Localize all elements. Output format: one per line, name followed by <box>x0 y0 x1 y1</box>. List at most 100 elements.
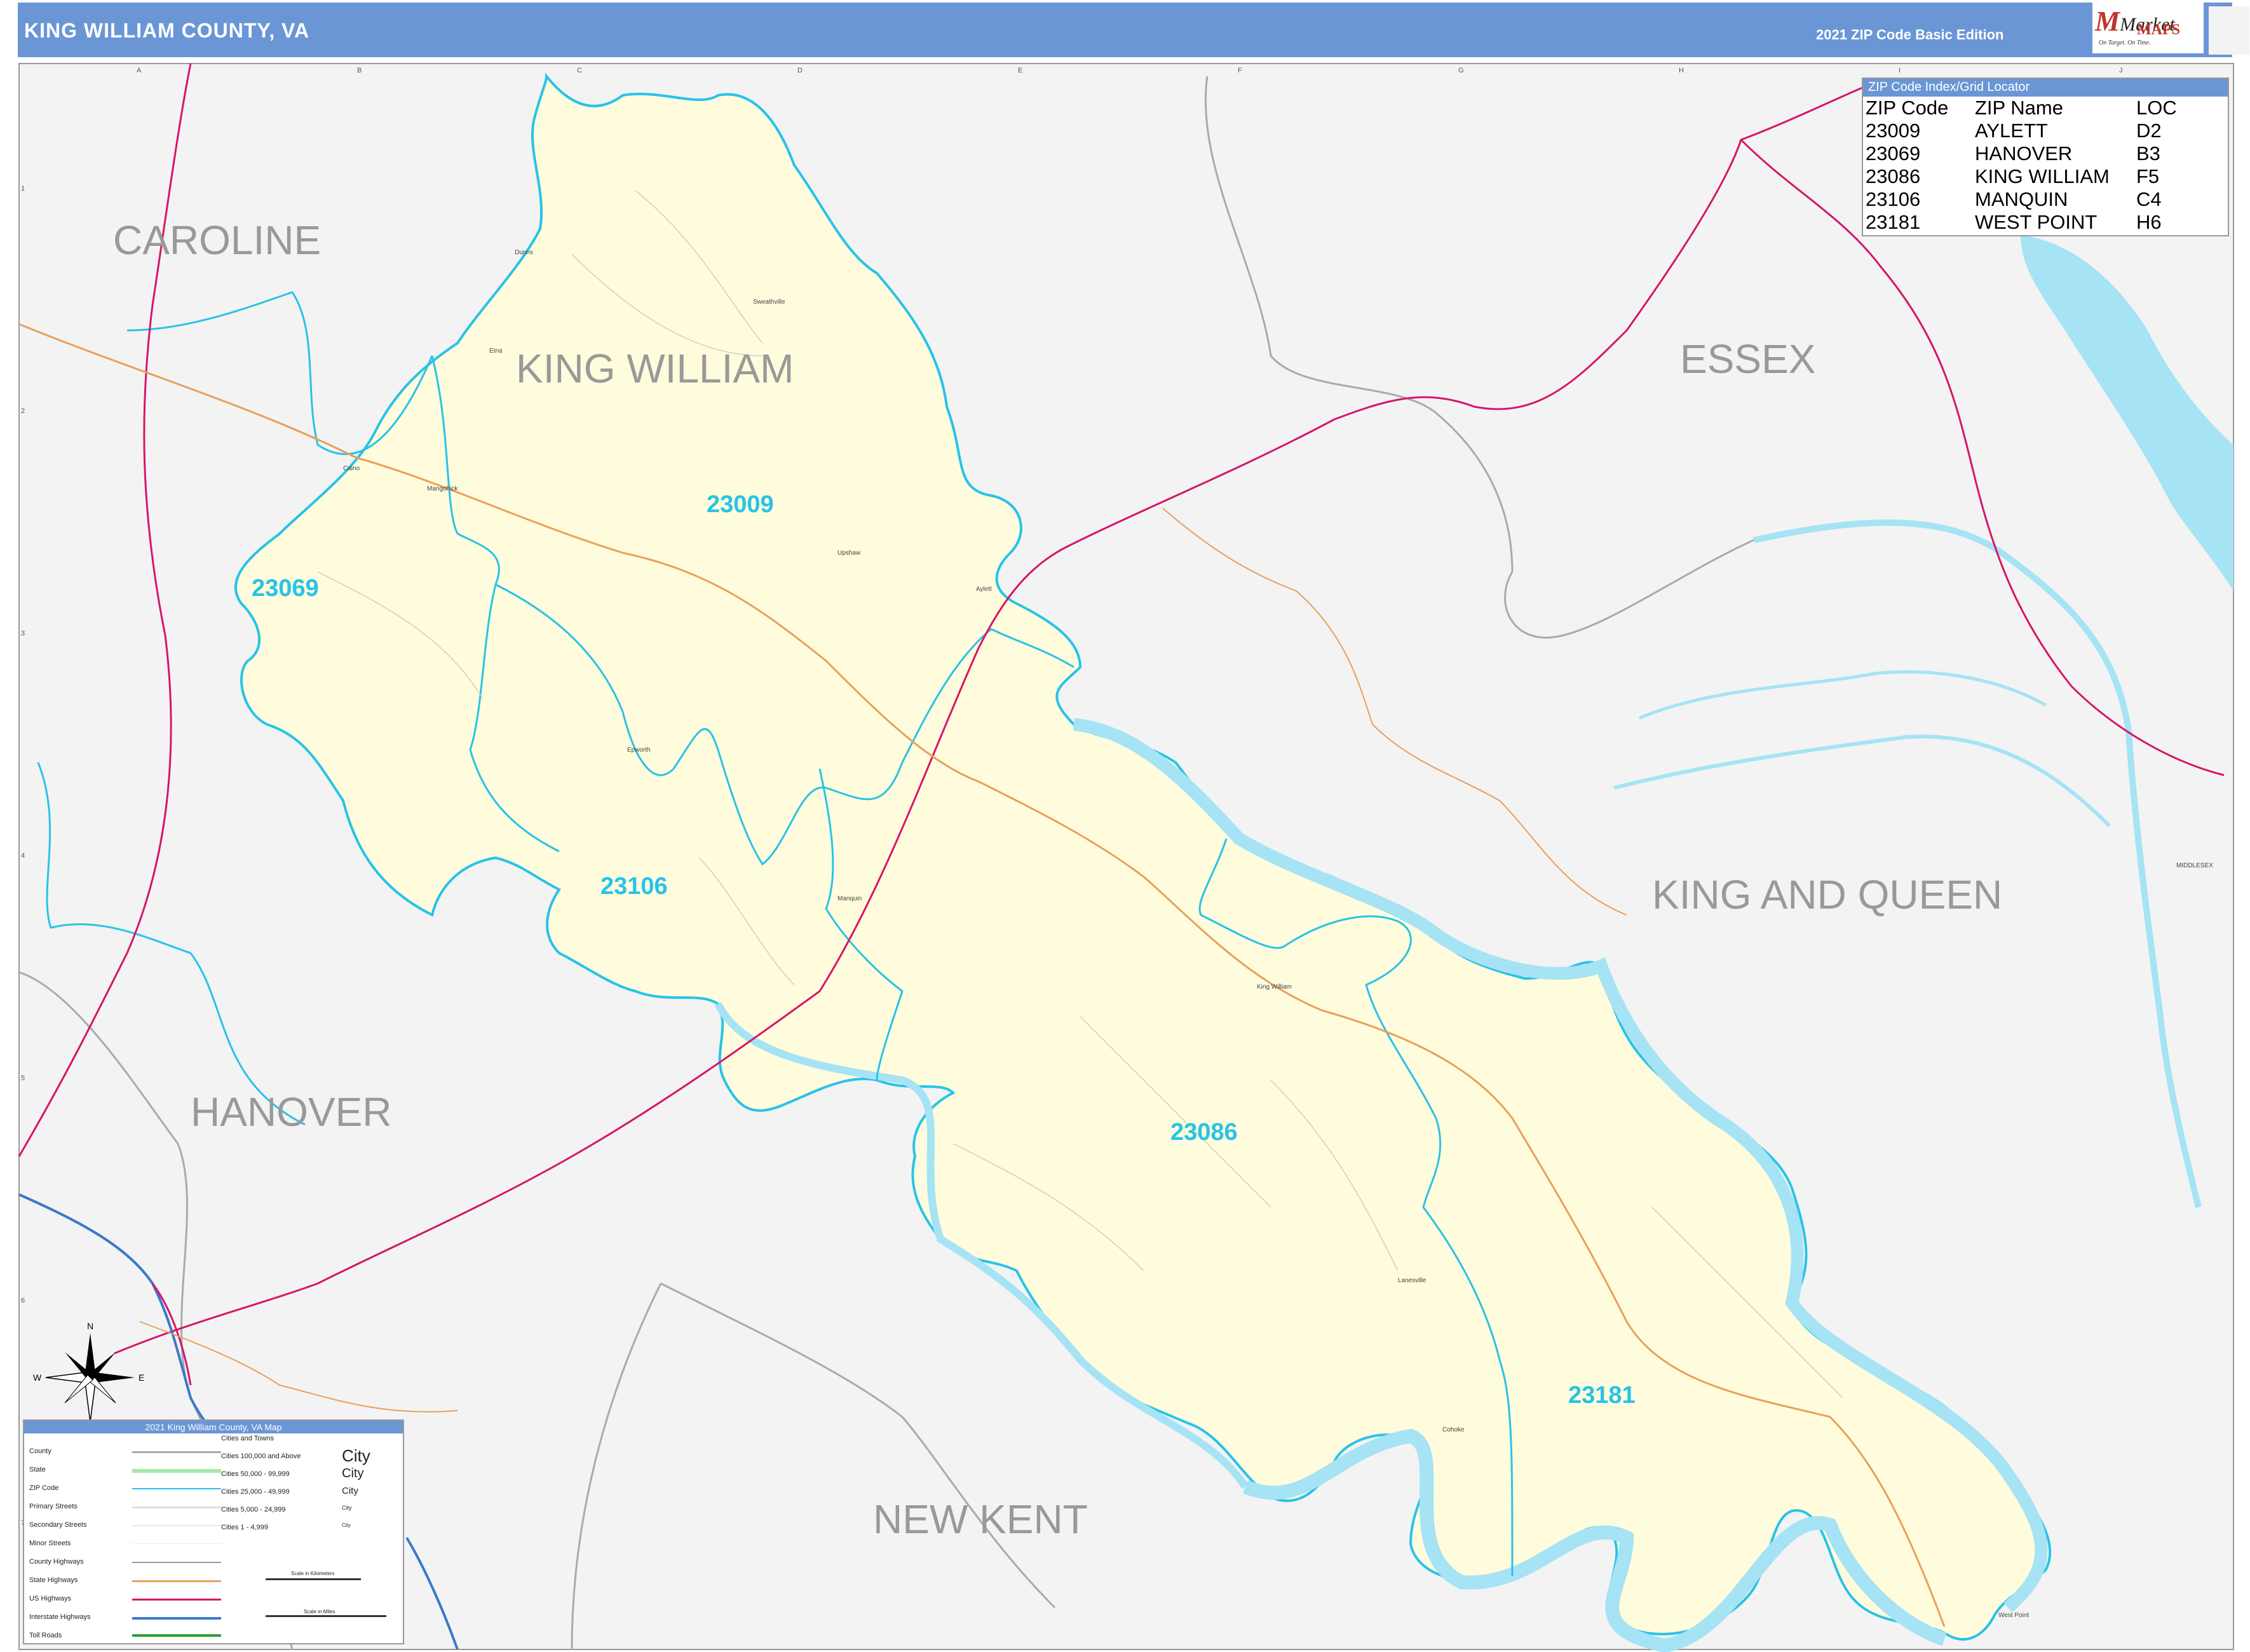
legend-item-secondary: Secondary Streets <box>29 1521 87 1529</box>
grid-col-label: F <box>1238 67 1242 74</box>
zip-code-cell: 23106 <box>1866 188 1921 210</box>
legend-city-tier: Cities 50,000 - 99,999 <box>221 1470 290 1478</box>
zip-label-23106: 23106 <box>600 873 668 900</box>
zip-label-23009: 23009 <box>707 491 774 518</box>
legend-city-tier: Cities 5,000 - 24,999 <box>221 1506 286 1513</box>
zip-index-row: 23069 HANOVER B3 <box>1866 142 2213 165</box>
legend-scale-miles: Scale in Miles <box>304 1609 335 1615</box>
zip-name-cell: AYLETT <box>1975 119 2048 142</box>
legend-city-tier: Cities 25,000 - 49,999 <box>221 1488 290 1496</box>
zip-index-grid: ZIP Code ZIP Name LOC 23009 AYLETT D2 2306… <box>1866 97 2213 234</box>
grid-row-label: 4 <box>21 852 25 860</box>
zip-loc-cell: H6 <box>2136 211 2162 233</box>
legend-item-state-hwy: State Highways <box>29 1576 78 1584</box>
zip-index-title: ZIP Code Index/Grid Locator <box>1863 79 2228 97</box>
legend-swatch-county <box>132 1451 221 1453</box>
legend-cities-title: Cities and Towns <box>221 1435 274 1442</box>
grid-col-label: B <box>357 67 362 74</box>
county-map[interactable]: A B C D E F G H I J 1 2 3 4 5 6 7 CAROLI… <box>0 0 2250 1652</box>
legend-swatch-interstate <box>132 1617 221 1620</box>
town-label: Calno <box>343 465 360 472</box>
zip-index-row: 23106 MANQUIN C4 <box>1866 188 2213 211</box>
zip-label-23181: 23181 <box>1568 1382 1636 1409</box>
legend-city-sample: City <box>342 1486 358 1496</box>
map-legend: 2021 King William County, VA Map County … <box>23 1419 404 1644</box>
legend-item-county-hwy: County Highways <box>29 1558 84 1566</box>
town-label: Mangohick <box>427 485 458 492</box>
town-label: Etna <box>489 348 503 355</box>
zip-index-header-row: ZIP Code ZIP Name LOC <box>1866 97 2213 119</box>
grid-col-label: C <box>577 67 582 74</box>
county-label-king-william: KING WILLIAM <box>516 346 794 391</box>
grid-row-label: 3 <box>21 630 25 637</box>
grid-row-label: 2 <box>21 407 25 415</box>
legend-city-tier: Cities 1 - 4,999 <box>221 1524 268 1531</box>
legend-item-us-hwy: US Highways <box>29 1595 72 1602</box>
zip-name-cell: WEST POINT <box>1975 211 2098 233</box>
legend-swatch-primary <box>132 1506 221 1508</box>
zip-index-col-header: ZIP Code <box>1866 97 1949 119</box>
grid-col-label: H <box>1679 67 1684 74</box>
legend-item-interstate: Interstate Highways <box>29 1613 91 1621</box>
legend-city-sample: City <box>342 1466 364 1480</box>
town-label: West Point <box>1998 1612 2029 1619</box>
compass-east: E <box>139 1372 144 1383</box>
grid-col-label: E <box>1018 67 1022 74</box>
scale-bar-miles <box>266 1615 386 1617</box>
zip-index-row: 23181 WEST POINT H6 <box>1866 211 2213 234</box>
legend-city-sample: City <box>342 1522 351 1528</box>
zip-index-col-header: ZIP Name <box>1975 97 2063 119</box>
legend-item-primary: Primary Streets <box>29 1503 78 1510</box>
town-label: Cohoke <box>1442 1426 1465 1433</box>
zip-code-cell: 23069 <box>1866 142 1921 165</box>
legend-swatch-secondary <box>132 1525 221 1526</box>
legend-item-zip: ZIP Code <box>29 1484 59 1492</box>
county-label-essex: ESSEX <box>1680 336 1815 382</box>
town-label: Sweathville <box>753 299 785 306</box>
zip-name-cell: HANOVER <box>1975 142 2073 165</box>
zip-label-23086: 23086 <box>1170 1119 1238 1146</box>
zip-index-table: ZIP Code Index/Grid Locator ZIP Code ZIP… <box>1862 78 2229 236</box>
compass-west: W <box>33 1372 42 1383</box>
zip-loc-cell: F5 <box>2136 165 2160 187</box>
grid-col-label: D <box>797 67 803 74</box>
town-label: Epworth <box>627 747 651 754</box>
zip-code-cell: 23009 <box>1866 119 1921 142</box>
grid-col-label: J <box>2119 67 2123 74</box>
legend-swatch-state <box>132 1469 221 1473</box>
legend-swatch-minor <box>132 1543 221 1544</box>
grid-row-label: 6 <box>21 1297 25 1304</box>
grid-col-label: A <box>137 67 142 74</box>
compass-north: N <box>87 1321 93 1331</box>
town-label: Aylett <box>976 586 992 593</box>
town-label: Lanesville <box>1398 1277 1427 1284</box>
town-label: Manquin <box>837 895 862 902</box>
zip-index-col-header: LOC <box>2136 97 2177 119</box>
county-label-middlesex: MIDDLESEX <box>2176 862 2213 869</box>
legend-city-sample: City <box>342 1446 370 1465</box>
zip-loc-cell: B3 <box>2136 142 2160 165</box>
zip-loc-cell: D2 <box>2136 119 2162 142</box>
town-label: Upshaw <box>837 550 861 557</box>
grid-col-label: G <box>1458 67 1464 74</box>
legend-swatch-toll <box>132 1634 221 1637</box>
zip-index-row: 23009 AYLETT D2 <box>1866 119 2213 142</box>
grid-row-label: 1 <box>21 185 25 193</box>
town-label: Dunns <box>515 249 533 256</box>
legend-city-tier: Cities 100,000 and Above <box>221 1452 301 1460</box>
zip-name-cell: KING WILLIAM <box>1975 165 2110 187</box>
legend-title: 2021 King William County, VA Map <box>24 1421 403 1433</box>
legend-swatch-us-hwy <box>132 1599 221 1601</box>
county-label-caroline: CAROLINE <box>113 217 321 263</box>
legend-item-county: County <box>29 1447 51 1455</box>
town-label: King William <box>1257 984 1292 991</box>
county-label-king-and-queen: KING AND QUEEN <box>1652 872 2002 917</box>
legend-swatch-state-hwy <box>132 1580 221 1582</box>
zip-label-23069: 23069 <box>252 575 319 602</box>
zip-code-cell: 23086 <box>1866 165 1921 187</box>
grid-row-label: 5 <box>21 1074 25 1082</box>
zip-code-cell: 23181 <box>1866 211 1921 233</box>
county-label-hanover: HANOVER <box>191 1089 392 1135</box>
legend-swatch-county-hwy <box>132 1562 221 1563</box>
zip-index-row: 23086 KING WILLIAM F5 <box>1866 165 2213 188</box>
